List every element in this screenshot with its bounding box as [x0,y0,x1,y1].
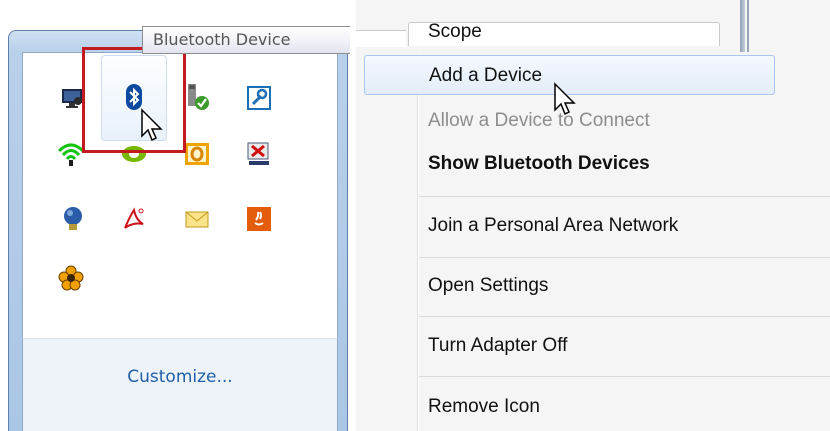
mail-icon[interactable] [184,206,210,232]
customize-link[interactable]: Customize... [23,367,337,387]
flower-app-icon[interactable] [58,265,84,291]
mouse-pointer-icon [141,108,163,142]
menu-item-join-pan[interactable]: Join a Personal Area Network [419,206,830,246]
java-icon[interactable] [246,206,272,232]
mouse-pointer-icon [554,82,576,116]
bluetooth-tooltip: Bluetooth Device [142,26,350,54]
light-bulb-icon[interactable] [60,206,86,232]
outlook-icon[interactable] [184,141,210,167]
menu-separator [419,376,830,377]
tray-footer: Customize... [22,338,338,431]
window-edge [740,0,745,52]
menu-item-open-settings[interactable]: Open Settings [419,266,830,306]
adobe-reader-icon[interactable] [121,206,147,232]
app-wrench-icon[interactable] [246,85,272,111]
menu-separator [419,316,830,317]
menu-separator [419,257,830,258]
tab-strip-edge [356,30,406,47]
wireless-signal-icon[interactable] [58,141,84,167]
menu-item-allow-device-connect: Allow a Device to Connect [428,110,650,131]
window-edge-shadow [747,0,749,52]
network-disconnected-icon[interactable] [246,141,272,167]
safely-remove-hardware-icon[interactable] [184,84,210,110]
bluetooth-context-menu: Scope Add a Device Allow a Device to Con… [356,0,830,431]
menu-item-turn-adapter-off[interactable]: Turn Adapter Off [419,326,830,366]
menu-separator [419,196,830,197]
menu-item-remove-icon[interactable]: Remove Icon [419,387,830,427]
highlight-box [82,47,186,153]
notification-overflow-panel: Customize... Bluetooth Device [0,0,350,431]
scope-tab-label: Scope [428,21,482,42]
menu-item-show-bluetooth-devices[interactable]: Show Bluetooth Devices [419,144,830,184]
